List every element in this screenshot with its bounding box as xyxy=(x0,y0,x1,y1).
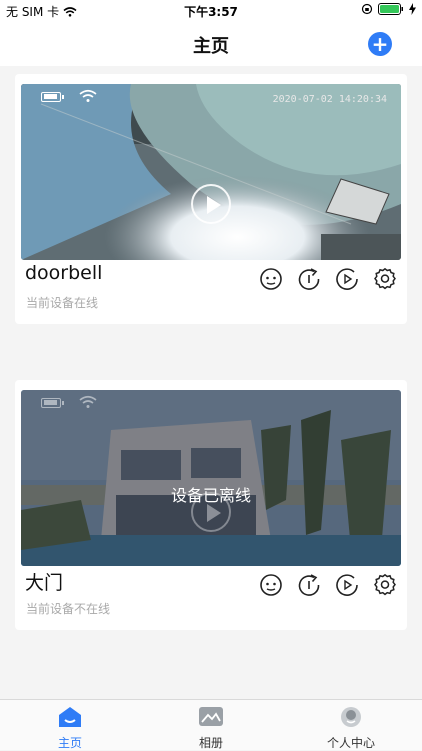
gear-icon[interactable] xyxy=(373,267,397,291)
tab-profile[interactable]: 个人中心 xyxy=(301,706,401,751)
tab-label: 个人中心 xyxy=(326,736,375,750)
device-actions xyxy=(259,267,397,291)
video-preview[interactable]: 设备已离线 xyxy=(21,390,401,566)
tab-label: 主页 xyxy=(57,736,82,750)
talk-icon[interactable] xyxy=(259,573,283,597)
video-timestamp: 2020-07-02 14:20:34 xyxy=(272,94,387,105)
add-device-button[interactable]: + xyxy=(368,32,392,56)
playback-icon[interactable] xyxy=(297,573,321,597)
page-title: 主页 xyxy=(193,36,229,57)
tab-home[interactable]: 主页 xyxy=(20,706,120,751)
tab-album[interactable]: 相册 xyxy=(161,706,261,751)
tab-bar: 主页 相册 个人中心 xyxy=(0,699,422,750)
battery-icon xyxy=(41,398,64,408)
camera-snapshot xyxy=(21,84,401,260)
device-name: doorbell xyxy=(25,262,103,284)
profile-icon xyxy=(341,707,361,727)
wifi-icon xyxy=(79,395,97,408)
plus-icon: + xyxy=(371,32,389,56)
nav-bar: 主页 + xyxy=(0,22,422,66)
device-name: 大门 xyxy=(25,572,64,594)
tab-label: 相册 xyxy=(198,736,223,750)
status-bar: 无 SIM 卡 下午3:57 xyxy=(0,0,422,22)
play-button[interactable] xyxy=(191,492,231,532)
play-button[interactable] xyxy=(191,184,231,224)
wifi-icon xyxy=(79,89,97,102)
status-time: 下午3:57 xyxy=(184,5,238,19)
device-card[interactable]: 2020-07-02 14:20:34 doorbell 当前设备在线 xyxy=(15,74,407,324)
talk-icon[interactable] xyxy=(259,267,283,291)
album-icon xyxy=(199,707,223,726)
video-preview[interactable]: 2020-07-02 14:20:34 xyxy=(21,84,401,260)
home-icon xyxy=(59,707,81,727)
battery-status-icon xyxy=(378,3,403,15)
device-card[interactable]: 设备已离线 大门 当前设备不在线 xyxy=(15,380,407,630)
status-right xyxy=(361,3,416,15)
device-status: 当前设备在线 xyxy=(26,296,99,310)
device-actions xyxy=(259,573,397,597)
gear-icon[interactable] xyxy=(373,573,397,597)
device-status: 当前设备不在线 xyxy=(26,602,111,616)
offline-overlay xyxy=(21,390,401,566)
video-record-icon[interactable] xyxy=(335,267,359,291)
charging-icon xyxy=(409,3,416,15)
video-record-icon[interactable] xyxy=(335,573,359,597)
battery-icon xyxy=(41,92,64,102)
orientation-lock-icon xyxy=(361,3,373,15)
playback-icon[interactable] xyxy=(297,267,321,291)
